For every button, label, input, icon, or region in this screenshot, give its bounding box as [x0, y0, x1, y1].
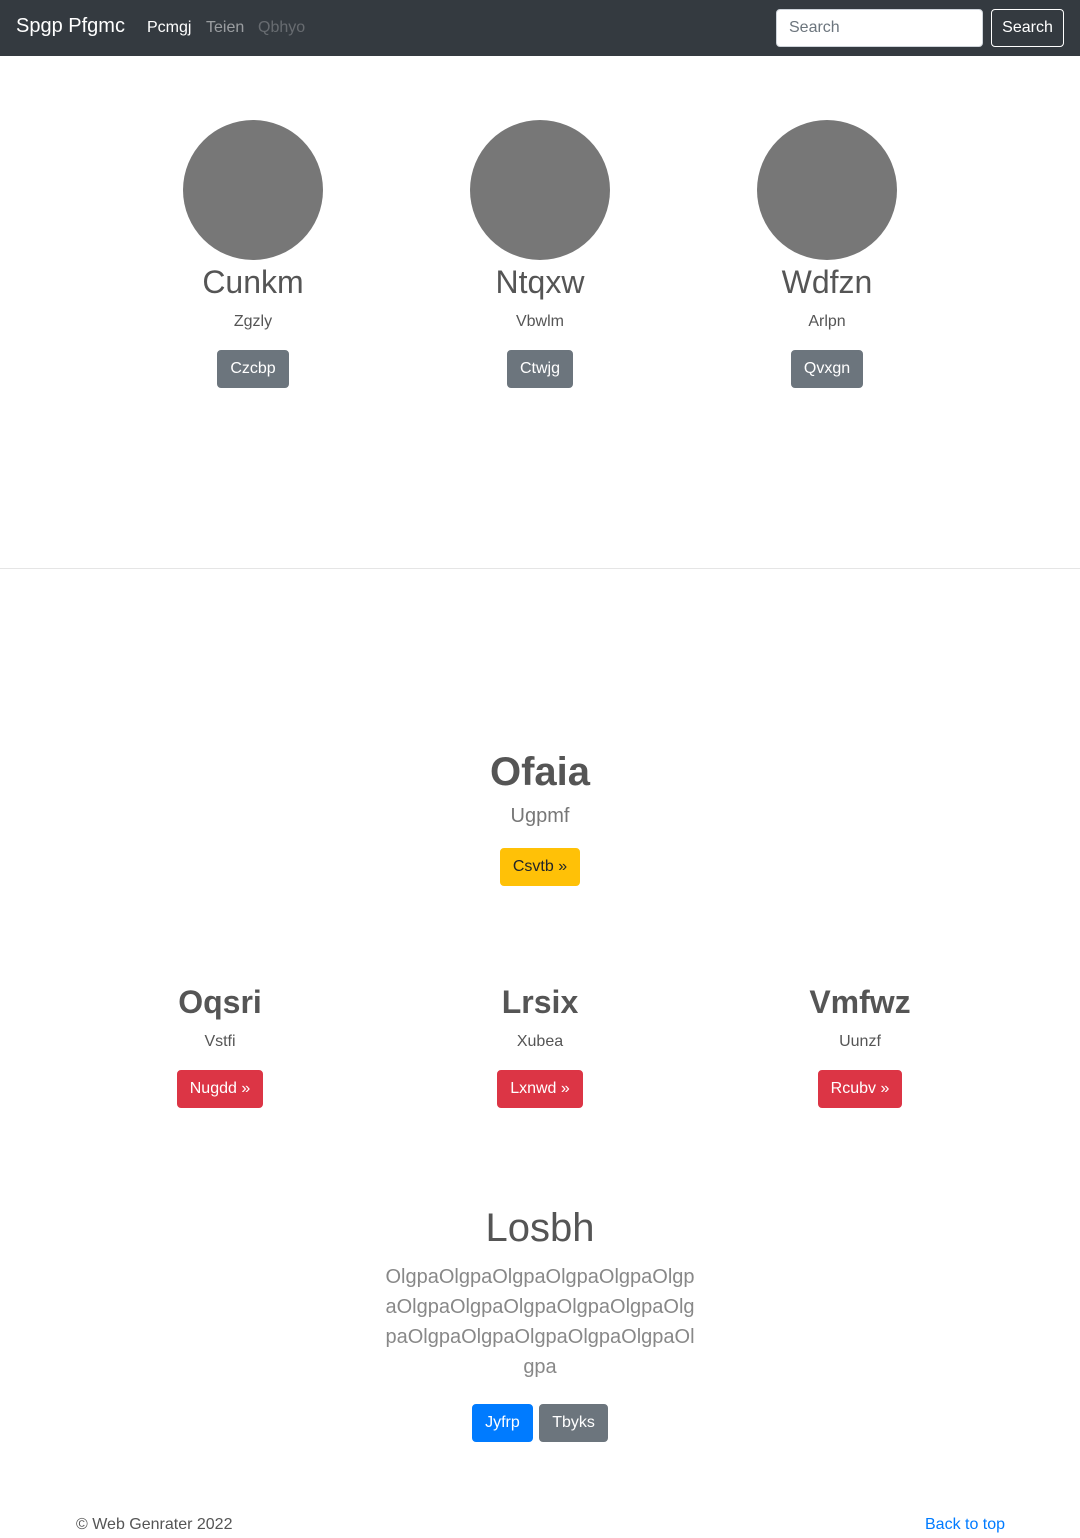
column-subtitle: Vstfi: [204, 1033, 236, 1050]
avatar: [183, 120, 323, 260]
feature-section: Ofaia Ugpmf Csvtb »: [0, 748, 1080, 886]
jumbotron-buttons: Jyfrp Tbyks: [0, 1404, 1080, 1442]
navbar: Spgp Pfgmc Pcmgj Teien Qbhyo Search: [0, 0, 1080, 56]
footer-copyright: © Web Genrater 2022: [76, 1516, 233, 1533]
profile-name: Ntqxw: [495, 264, 585, 300]
column-button[interactable]: Lxnwd »: [497, 1070, 583, 1108]
section-divider: [0, 568, 1080, 569]
profile-button[interactable]: Qvxgn: [790, 350, 864, 388]
feature-button[interactable]: Csvtb »: [499, 848, 581, 886]
column-button[interactable]: Rcubv »: [817, 1070, 903, 1108]
back-to-top-link[interactable]: Back to top: [925, 1516, 1005, 1534]
navbar-brand[interactable]: Spgp Pfgmc: [16, 15, 125, 38]
column-card: Vmfwz Uunzf Rcubv »: [710, 982, 1010, 1108]
profile-card: Wdfzn Arlpn Qvxgn: [727, 120, 927, 388]
feature-subtitle: Ugpmf: [510, 805, 570, 827]
feature-title: Ofaia: [489, 750, 591, 794]
column-card: Lrsix Xubea Lxnwd »: [390, 982, 690, 1108]
jumbotron-secondary-button[interactable]: Tbyks: [539, 1404, 608, 1442]
column-subtitle: Xubea: [516, 1033, 564, 1050]
profile-card: Cunkm Zgzly Czcbp: [153, 120, 353, 388]
column-title: Oqsri: [178, 984, 262, 1020]
jumbotron-text: OlgpaOlgpaOlgpaOlgpaOlgpaOlgpaOlgpaOlgpa…: [385, 1266, 695, 1378]
nav-link-pcmgj[interactable]: Pcmgj: [147, 19, 191, 37]
profile-subtitle: Zgzly: [233, 313, 273, 330]
column-button[interactable]: Nugdd »: [176, 1070, 264, 1108]
jumbotron-title: Losbh: [485, 1206, 595, 1250]
search-button[interactable]: Search: [991, 9, 1064, 47]
search-input[interactable]: [776, 9, 983, 47]
profile-subtitle: Vbwlm: [515, 313, 564, 330]
profile-button[interactable]: Czcbp: [217, 350, 289, 388]
nav-link-qbhyo: Qbhyo: [258, 19, 306, 36]
profile-card: Ntqxw Vbwlm Ctwjg: [440, 120, 640, 388]
profile-subtitle: Arlpn: [808, 313, 846, 330]
column-card: Oqsri Vstfi Nugdd »: [70, 982, 370, 1108]
avatar: [470, 120, 610, 260]
column-title: Lrsix: [501, 984, 579, 1020]
avatar: [757, 120, 897, 260]
profile-name: Cunkm: [202, 264, 304, 300]
jumbotron: Losbh OlgpaOlgpaOlgpaOlgpaOlgpaOlgpaOlgp…: [0, 1202, 1080, 1442]
jumbotron-primary-button[interactable]: Jyfrp: [472, 1404, 533, 1442]
nav-link-teien[interactable]: Teien: [206, 19, 244, 37]
profile-button[interactable]: Ctwjg: [506, 350, 573, 388]
column-subtitle: Uunzf: [839, 1033, 881, 1050]
profile-name: Wdfzn: [781, 264, 873, 300]
column-title: Vmfwz: [809, 984, 911, 1020]
